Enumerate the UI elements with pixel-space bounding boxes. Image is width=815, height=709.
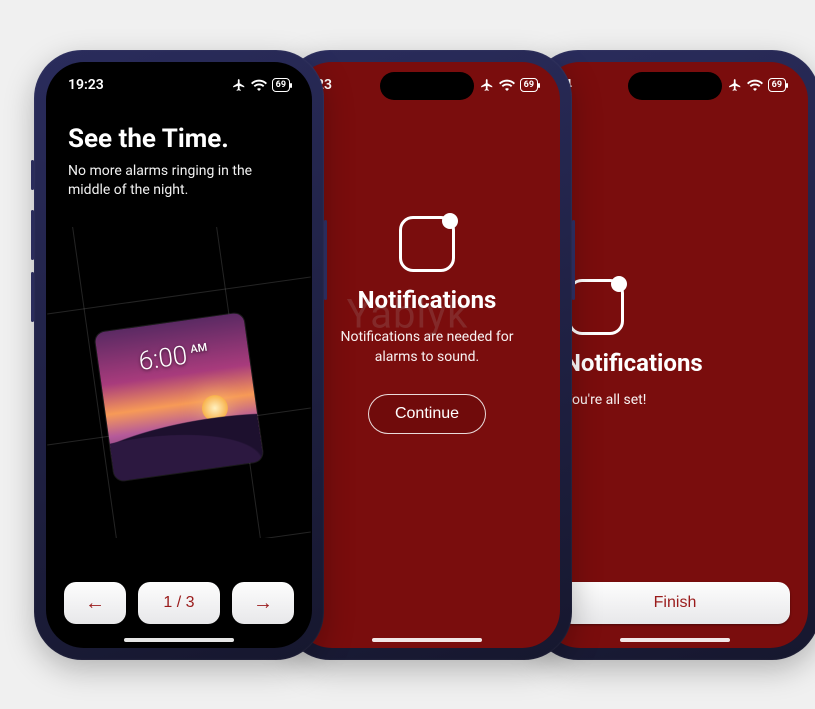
notifications-body: You're all set! [564, 391, 646, 411]
notifications-body: Notifications are needed for alarms to s… [320, 328, 534, 367]
screen-notifications-done: 4 69 Notifications You're all set! Finis… [542, 62, 808, 648]
continue-button[interactable]: Continue [368, 394, 486, 434]
onboarding-subtitle: No more alarms ringing in the middle of … [68, 162, 290, 200]
notification-badge-icon [399, 216, 455, 272]
battery-indicator: 69 [272, 78, 290, 92]
battery-indicator: 69 [520, 78, 538, 92]
preview-grid: 6:00AM [46, 227, 312, 538]
wifi-icon [499, 79, 515, 91]
home-indicator[interactable] [620, 638, 730, 642]
status-time: 19:23 [68, 77, 104, 93]
airplane-icon [232, 78, 246, 92]
tile-time-ampm: AM [190, 341, 209, 356]
phone-frame-2: 23 69 Notifications Notifications are ne… [282, 50, 572, 660]
battery-indicator: 69 [768, 78, 786, 92]
finish-button[interactable]: Finish [560, 582, 790, 624]
dynamic-island [380, 72, 474, 100]
phone-frame-1: 19:23 69 See the Time. No more alarms ri… [34, 50, 324, 660]
clock-tile: 6:00AM [94, 312, 263, 481]
home-indicator[interactable] [372, 638, 482, 642]
notification-badge-icon [568, 279, 624, 335]
airplane-icon [480, 78, 494, 92]
screen-see-the-time: 19:23 69 See the Time. No more alarms ri… [46, 62, 312, 648]
notifications-title: Notifications [564, 349, 703, 377]
screen-notifications-ask: 23 69 Notifications Notifications are ne… [294, 62, 560, 648]
back-button[interactable]: ← [64, 582, 126, 624]
wifi-icon [747, 79, 763, 91]
notifications-title: Notifications [358, 286, 497, 314]
airplane-icon [728, 78, 742, 92]
wifi-icon [251, 79, 267, 91]
dynamic-island [628, 72, 722, 100]
next-button[interactable]: → [232, 582, 294, 624]
dynamic-island [132, 72, 226, 100]
page-indicator[interactable]: 1 / 3 [138, 582, 220, 624]
phone-frame-3: 4 69 Notifications You're all set! Finis… [530, 50, 815, 660]
onboarding-title: See the Time. [68, 124, 290, 154]
home-indicator[interactable] [124, 638, 234, 642]
tile-time-value: 6:00 [137, 341, 189, 377]
